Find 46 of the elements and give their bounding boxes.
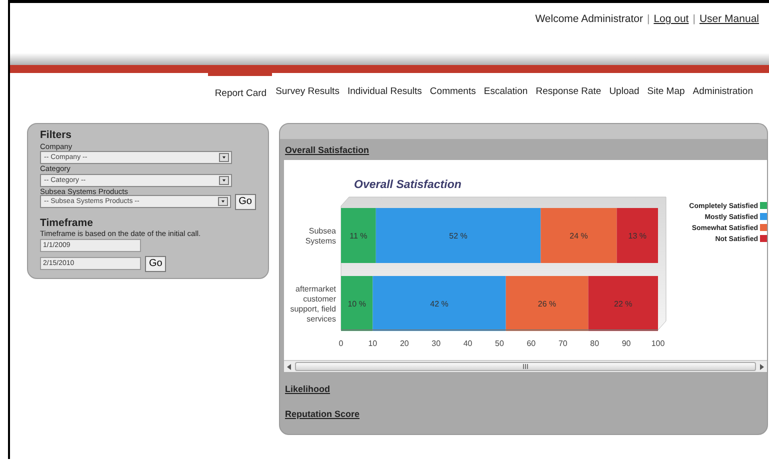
axis-tick-label: 70 (558, 339, 568, 348)
section-link[interactable]: Overall Satisfaction (285, 145, 370, 156)
category-label: aftermarket customer support, field services (290, 284, 336, 324)
separator-text: | (692, 12, 696, 27)
nav-tab[interactable]: Individual Results (343, 73, 426, 100)
nav-tab[interactable]: Response Rate (532, 73, 606, 100)
axis-tick-label: 50 (495, 339, 504, 348)
axis-tick-label: 20 (400, 339, 409, 348)
header-link[interactable]: User Manual (699, 12, 759, 28)
go-button[interactable]: Go (145, 256, 166, 272)
nav-tab[interactable]: Site Map (643, 73, 689, 100)
scroll-right-icon[interactable] (759, 364, 764, 370)
data-label: 24 % (570, 232, 588, 241)
nav-tab[interactable]: Upload (605, 73, 644, 100)
data-label: 52 % (449, 232, 468, 241)
data-label: 13 % (628, 232, 646, 241)
section-link[interactable]: Reputation Score (285, 409, 360, 420)
axis-tick-label: 30 (432, 339, 441, 348)
nav-tab[interactable]: Survey Results (272, 73, 344, 100)
nav-tab[interactable]: Report Card (208, 73, 272, 102)
data-label: 42 % (430, 300, 448, 309)
bar-segment (588, 276, 658, 332)
section-link[interactable]: Likelihood (285, 384, 330, 394)
data-label: 26 % (538, 300, 556, 309)
axis-tick-label: 90 (622, 339, 631, 348)
scroll-left-icon[interactable] (287, 364, 292, 370)
chart-title: Overall Satisfaction (354, 179, 462, 192)
separator-text: | (646, 12, 650, 27)
nav-tab[interactable]: Comments (426, 73, 480, 100)
axis-tick-label: 80 (590, 339, 600, 348)
axis-tick-label: 40 (463, 339, 472, 348)
welcome-text: Welcome Administrator (535, 12, 643, 27)
nav-tab[interactable]: Escalation (480, 73, 532, 100)
nav-tab[interactable]: Administration (688, 73, 757, 100)
data-label: 22 % (614, 300, 632, 309)
category-label: Subsea Systems (305, 226, 336, 246)
timeframe-title: Timeframe (40, 218, 94, 230)
axis-tick-label: 100 (651, 339, 665, 348)
axis-tick-label: 10 (368, 339, 378, 348)
data-label: 11 % (350, 232, 368, 241)
go-button[interactable]: Go (234, 194, 256, 210)
data-label: 10 % (348, 300, 366, 309)
axis-tick-label: 60 (526, 339, 536, 348)
header-link[interactable]: Log out (654, 12, 689, 28)
axis-tick-label: 0 (338, 339, 344, 348)
filters-title: Filters (40, 130, 73, 142)
